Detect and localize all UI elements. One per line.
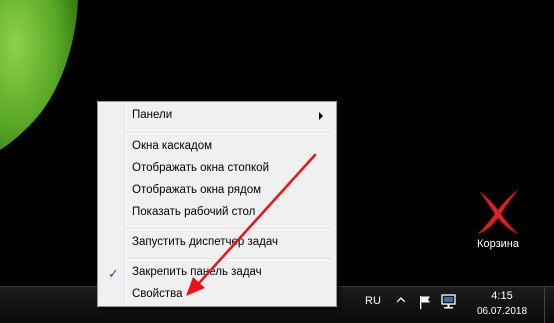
recycle-bin-icon xyxy=(477,189,519,235)
menu-item-label: Окна каскадом xyxy=(132,140,213,152)
menu-item-show-desktop[interactable]: Показать рабочий стол xyxy=(100,203,332,223)
menu-separator xyxy=(126,132,332,134)
menu-item-stack-windows[interactable]: Отображать окна стопкой xyxy=(100,159,332,179)
menu-item-side-by-side[interactable]: Отображать окна рядом xyxy=(100,181,332,201)
clock-time[interactable]: 4:15 xyxy=(486,290,518,302)
submenu-arrow-icon xyxy=(319,112,323,120)
wallpaper-leaf xyxy=(0,0,78,150)
menu-separator xyxy=(126,228,332,230)
menu-item-task-manager[interactable]: Запустить диспетчер задач xyxy=(100,233,332,253)
menu-item-label: Отображать окна стопкой xyxy=(132,162,270,174)
clock-date[interactable]: 06.07.2018 xyxy=(470,306,534,317)
menu-item-label: Показать рабочий стол xyxy=(132,206,256,218)
menu-item-properties[interactable]: Свойства xyxy=(100,285,332,305)
recycle-bin-label: Корзина xyxy=(477,238,519,250)
menu-separator xyxy=(126,258,332,260)
menu-item-lock-taskbar[interactable]: ✓ Закрепить панель задач xyxy=(100,263,332,283)
network-icon[interactable] xyxy=(441,294,456,310)
language-indicator[interactable]: RU xyxy=(365,295,381,307)
show-desktop-button[interactable] xyxy=(544,287,554,323)
menu-item-label: Запустить диспетчер задач xyxy=(132,236,278,248)
menu-item-label: Панели xyxy=(132,109,173,121)
menu-item-label: Закрепить панель задач xyxy=(132,266,262,278)
flag-icon[interactable] xyxy=(419,295,431,309)
menu-item-cascade-windows[interactable]: Окна каскадом xyxy=(100,137,332,157)
recycle-bin[interactable]: Корзина xyxy=(466,186,530,250)
menu-item-label: Свойства xyxy=(132,288,183,300)
check-icon: ✓ xyxy=(108,266,119,281)
chevron-up-icon[interactable] xyxy=(397,296,405,304)
menu-item-toolbars[interactable]: Панели xyxy=(100,106,332,126)
menu-item-label: Отображать окна рядом xyxy=(132,184,262,196)
taskbar-context-menu: Панели Окна каскадом Отображать окна сто… xyxy=(97,101,337,307)
